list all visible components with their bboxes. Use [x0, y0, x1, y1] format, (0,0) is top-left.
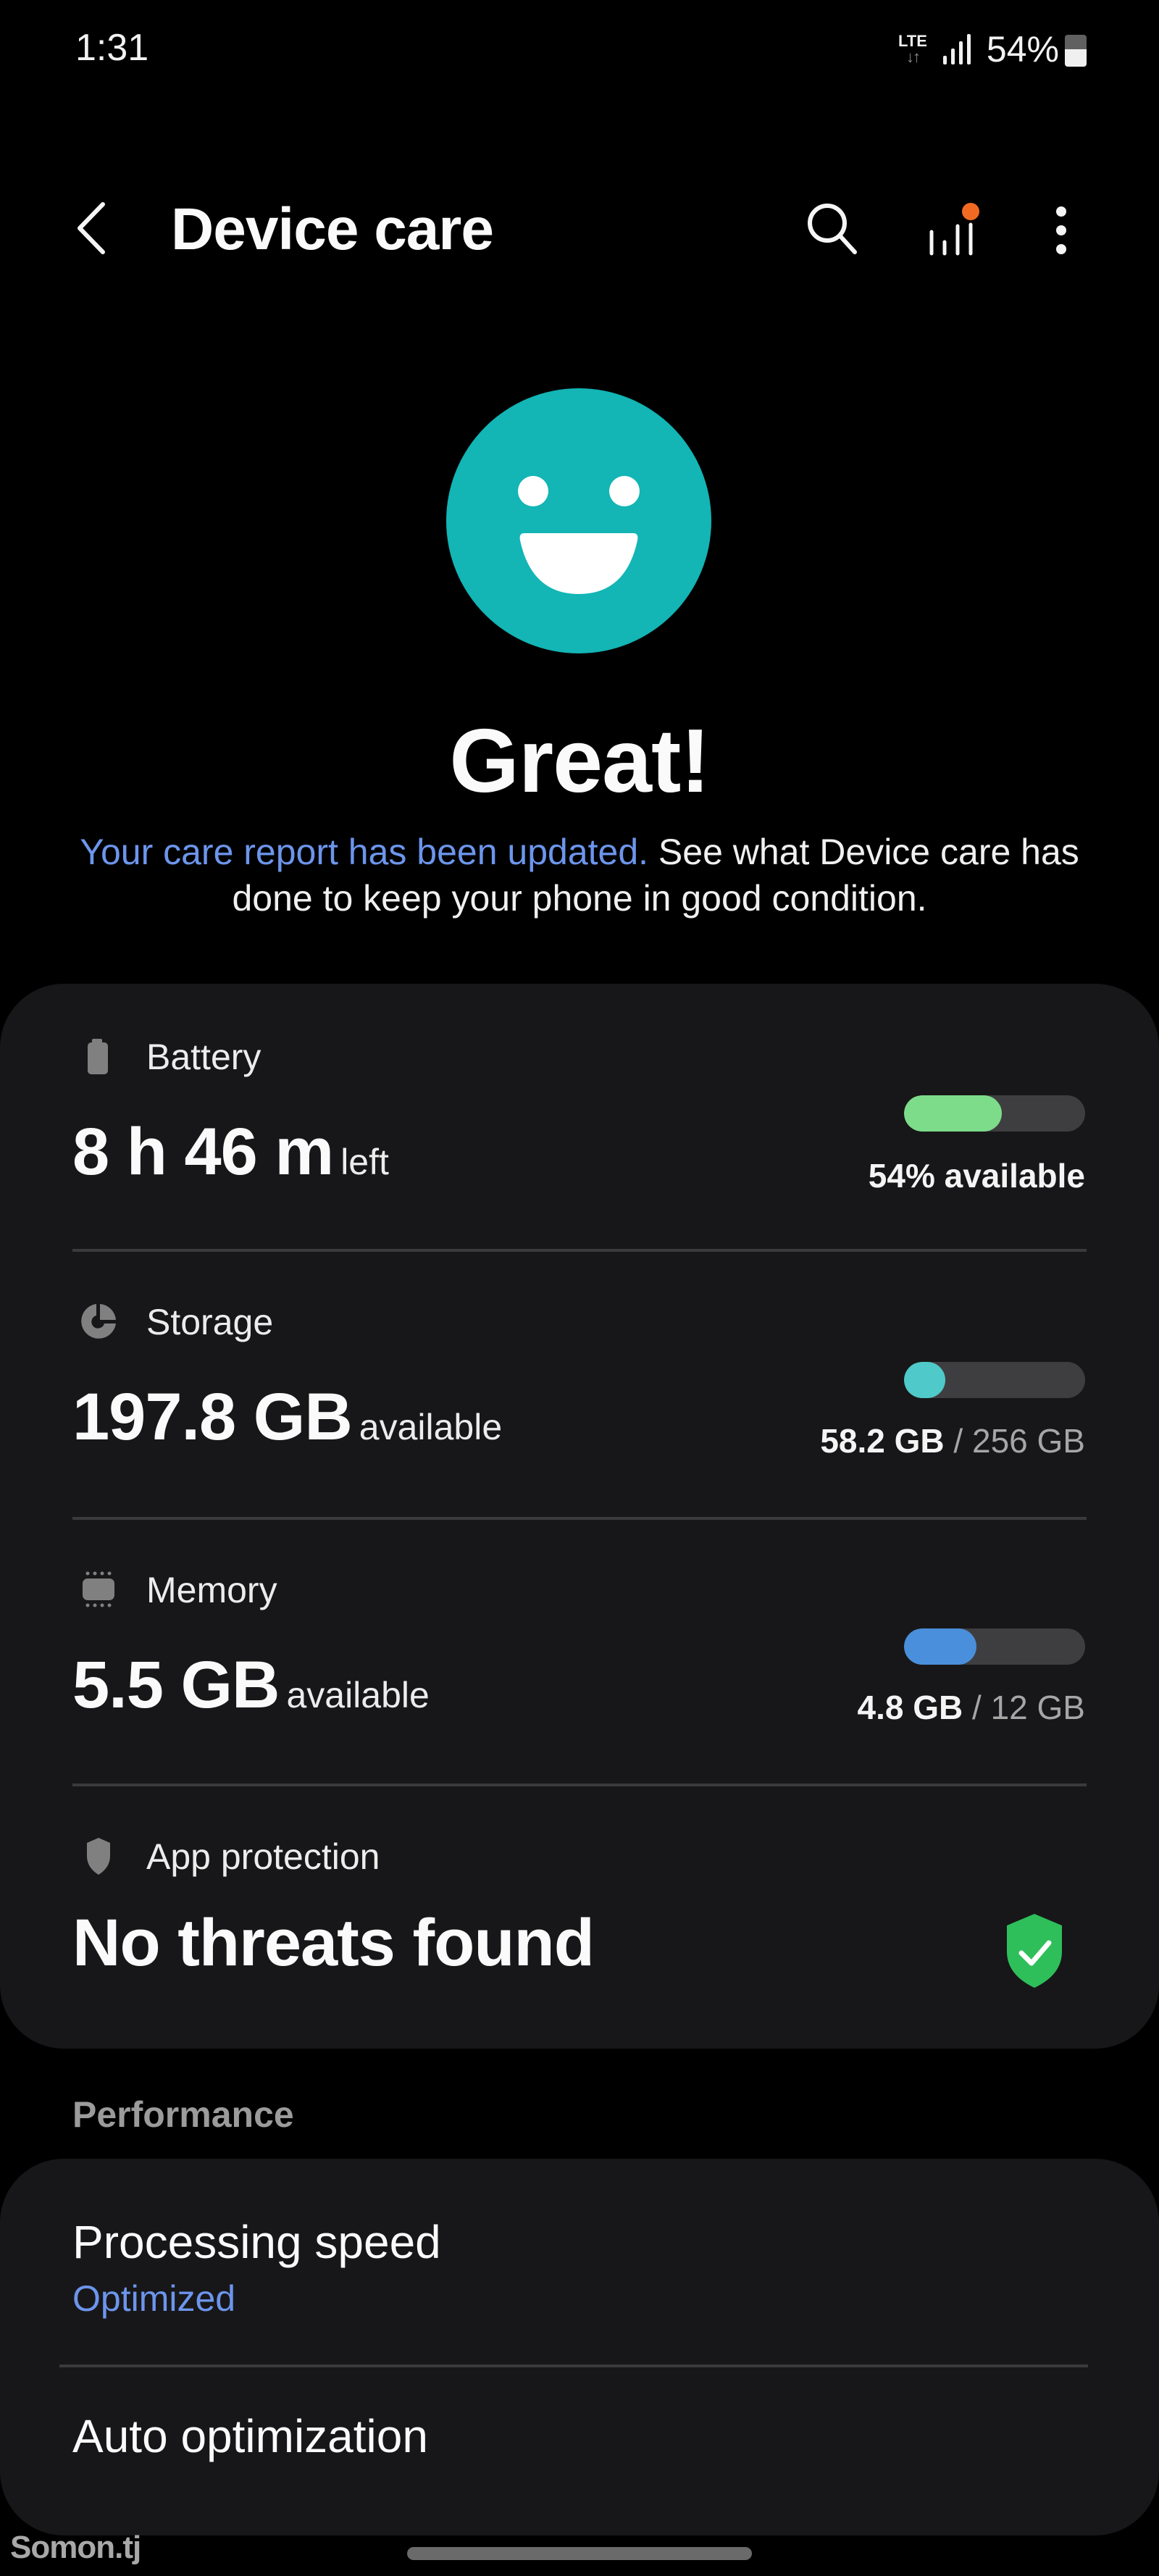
device-status-card: Battery 8 h 46 m left 54% available Stora…: [0, 984, 1159, 2049]
battery-label: Battery: [146, 1037, 261, 1077]
performance-card: Processing speed Optimized Auto optimiza…: [0, 2159, 1159, 2535]
memory-usage-fill: [904, 1628, 976, 1665]
battery-time-left: 8 h 46 m left: [72, 1115, 389, 1189]
app-bar: Device care: [0, 174, 1159, 283]
performance-section-label: Performance: [72, 2094, 294, 2135]
report-icon: [929, 203, 979, 256]
more-options-button[interactable]: [1029, 196, 1094, 261]
device-care-screen: 1:31 LTE ↓↑ 54% Device care Great! Your …: [0, 0, 1159, 2576]
search-button[interactable]: [800, 196, 865, 261]
storage-row[interactable]: Storage 197.8 GB available 58.2 GB / 256 …: [0, 1252, 1159, 1520]
memory-row[interactable]: Memory 5.5 GB available 4.8 GB / 12 GB: [0, 1520, 1159, 1788]
lte-icon: LTE ↓↑: [898, 32, 927, 66]
back-icon: [78, 202, 105, 254]
status-bar: 1:31 LTE ↓↑ 54%: [0, 0, 1159, 101]
memory-usage-bar: [904, 1628, 1085, 1665]
processing-speed-status: Optimized: [72, 2278, 236, 2319]
auto-optimization-row[interactable]: Auto optimization: [0, 2367, 1159, 2535]
battery-row[interactable]: Battery 8 h 46 m left 54% available: [0, 984, 1159, 1252]
shield-check-icon: [1007, 1914, 1062, 1988]
watermark: Somon.tj: [10, 2530, 141, 2565]
battery-level-fill: [904, 1095, 1002, 1132]
storage-pie-icon: [81, 1304, 116, 1339]
storage-usage-fill: [904, 1362, 945, 1398]
status-battery-icon: [1065, 35, 1087, 67]
app-protection-row[interactable]: App protection No threats found: [0, 1786, 1159, 2049]
notification-badge: [962, 203, 979, 220]
back-button[interactable]: [70, 196, 120, 261]
app-protection-status: No threats found: [72, 1906, 595, 1980]
smiley-face-icon: [446, 388, 711, 653]
status-indicators: LTE ↓↑ 54%: [898, 26, 1087, 72]
search-icon: [808, 204, 857, 254]
care-report-link[interactable]: Your care report has been updated.: [80, 832, 648, 872]
storage-usage-bar: [904, 1362, 1085, 1398]
memory-chip-icon: [83, 1571, 114, 1607]
battery-icon: [88, 1039, 108, 1074]
battery-caption: 54% available: [868, 1157, 1085, 1195]
battery-level-bar: [904, 1095, 1085, 1132]
memory-label: Memory: [146, 1570, 277, 1610]
storage-label: Storage: [146, 1302, 274, 1342]
memory-available: 5.5 GB available: [72, 1648, 430, 1722]
auto-optimization-title: Auto optimization: [72, 2410, 428, 2462]
memory-caption: 4.8 GB / 12 GB: [857, 1689, 1086, 1726]
storage-available: 197.8 GB available: [72, 1380, 503, 1454]
app-protection-label: App protection: [146, 1836, 380, 1877]
home-gesture-bar[interactable]: [407, 2547, 752, 2560]
processing-speed-row[interactable]: Processing speed Optimized: [0, 2159, 1159, 2364]
status-headline: Great!: [449, 711, 710, 811]
status-battery-percent: 54%: [986, 29, 1059, 70]
more-options-icon: [1056, 206, 1066, 254]
storage-caption: 58.2 GB / 256 GB: [820, 1422, 1085, 1460]
care-report-button[interactable]: [920, 196, 985, 261]
page-title: Device care: [171, 196, 494, 262]
signal-strength-icon: [942, 34, 971, 64]
shield-icon: [87, 1838, 110, 1875]
processing-speed-title: Processing speed: [72, 2216, 441, 2268]
status-time: 1:31: [75, 27, 149, 69]
care-report-description: Your care report has been updated. See w…: [80, 832, 1079, 919]
